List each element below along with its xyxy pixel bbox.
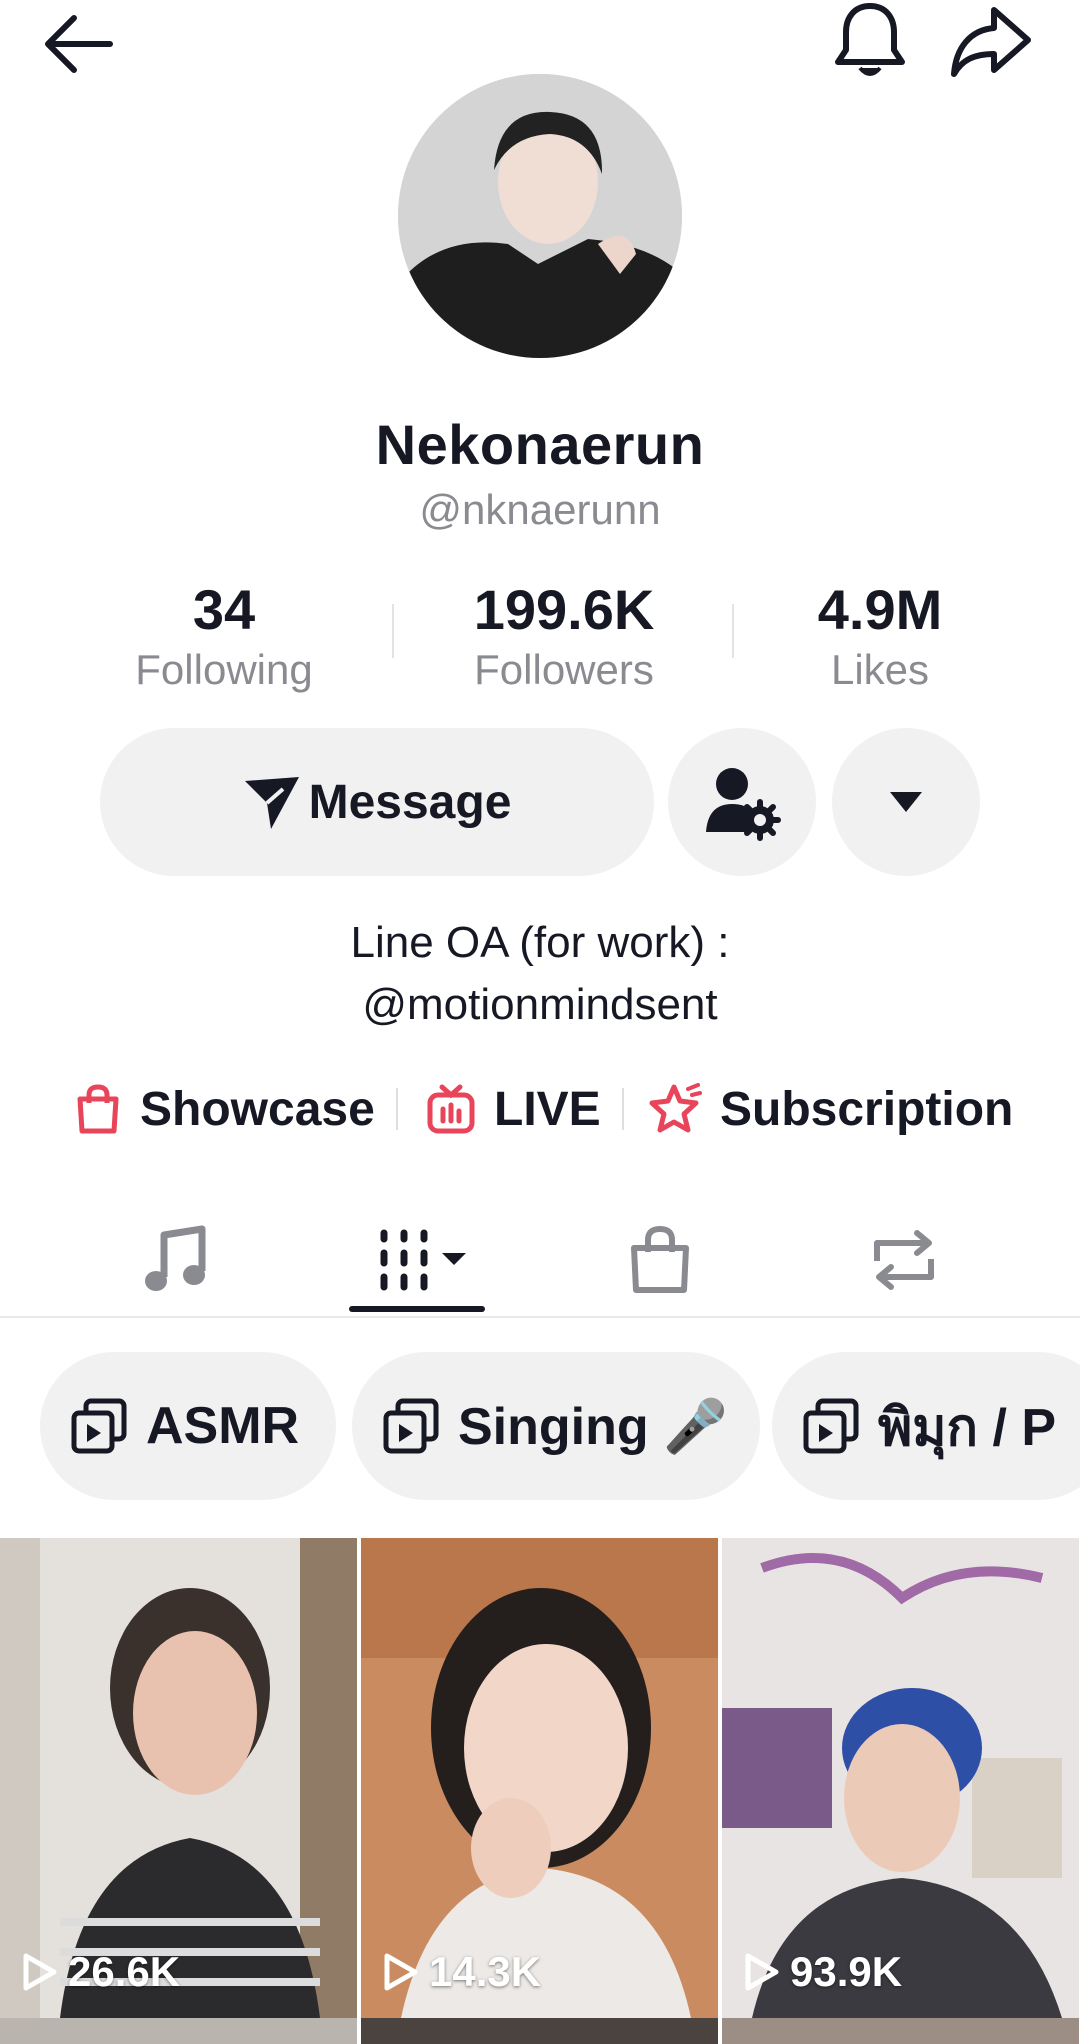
message-button[interactable]: Message: [100, 728, 654, 876]
selected-tab-indicator: [349, 1306, 485, 1312]
stat-value: 34: [192, 578, 256, 641]
tab-reposts[interactable]: [854, 1210, 954, 1310]
view-count: 14.3K: [383, 1948, 541, 1996]
collection-chip[interactable]: ASMR: [40, 1352, 336, 1500]
stat-followers[interactable]: 199.6K Followers: [414, 578, 714, 696]
display-name: Nekonaerun: [375, 413, 705, 476]
video-thumbnail-image: [722, 1538, 1079, 2018]
tab-shop[interactable]: [610, 1210, 710, 1310]
username-handle: @nknaerunn: [419, 486, 661, 533]
collection-label: พิมุก / P: [878, 1398, 1057, 1457]
playlist-icon: [802, 1397, 860, 1455]
back-arrow-icon[interactable]: [40, 4, 122, 86]
avatar[interactable]: [398, 74, 682, 358]
view-count-text: 14.3K: [429, 1948, 542, 1995]
tab-bar-divider: [0, 1316, 1080, 1318]
live-label: LIVE: [494, 1082, 601, 1136]
bio-line: @motionmindsent: [362, 980, 718, 1029]
view-count-text: 93.9K: [790, 1948, 903, 1995]
view-count: 93.9K: [744, 1948, 902, 1996]
video-thumbnail-image: [0, 1538, 357, 2018]
playlist-icon: [70, 1397, 128, 1455]
play-icon: [744, 1952, 780, 1992]
playlist-icon: [382, 1397, 440, 1455]
tab-music[interactable]: [120, 1210, 230, 1310]
video-thumbnail[interactable]: 14.3K: [361, 1538, 718, 2018]
send-icon: [243, 773, 301, 831]
video-thumbnail-partial[interactable]: [722, 2018, 1079, 2044]
bio-line: Line OA (for work) :: [350, 918, 730, 967]
more-dropdown-button[interactable]: [832, 728, 980, 876]
video-thumbnail[interactable]: 26.6K: [0, 1538, 357, 2018]
share-icon[interactable]: [948, 0, 1034, 82]
link-divider: [622, 1088, 624, 1130]
video-thumbnail-image: [361, 1538, 718, 2018]
message-label: Message: [308, 775, 512, 829]
user-gear-icon: [702, 762, 782, 842]
live-link[interactable]: LIVE: [426, 1078, 601, 1140]
play-icon: [383, 1952, 419, 1992]
stat-divider: [392, 604, 394, 658]
music-note-icon: [142, 1225, 208, 1295]
collection-label: Singing 🎤: [458, 1397, 728, 1456]
stat-label: Likes: [830, 646, 930, 693]
stat-value: 199.6K: [473, 578, 655, 641]
link-divider: [396, 1088, 398, 1130]
shopping-bag-icon: [74, 1083, 122, 1135]
user-settings-button[interactable]: [668, 728, 816, 876]
caret-down-icon: [888, 790, 924, 814]
notification-bell-icon[interactable]: [830, 0, 910, 82]
play-icon: [22, 1952, 58, 1992]
shopping-bag-icon: [628, 1224, 692, 1296]
subscription-star-icon: [648, 1083, 702, 1135]
video-thumbnail-partial[interactable]: [361, 2018, 718, 2044]
repost-icon: [867, 1227, 941, 1293]
video-thumbnail[interactable]: 93.9K: [722, 1538, 1079, 2018]
stat-label: Following: [135, 646, 313, 693]
video-thumbnail-partial[interactable]: [0, 2018, 357, 2044]
video-grid-icon: [376, 1225, 472, 1295]
showcase-link[interactable]: Showcase: [74, 1078, 375, 1140]
subscription-link[interactable]: Subscription: [648, 1078, 1013, 1140]
stat-label: Followers: [474, 646, 654, 693]
subscription-label: Subscription: [720, 1082, 1014, 1136]
bio: Line OA (for work) : @motionmindsent: [0, 912, 1080, 1036]
showcase-label: Showcase: [140, 1082, 375, 1136]
stat-value: 4.9M: [817, 578, 943, 641]
tab-videos[interactable]: [364, 1210, 484, 1310]
view-count: 26.6K: [22, 1948, 180, 1996]
collection-chip[interactable]: Singing 🎤: [352, 1352, 760, 1500]
stat-following[interactable]: 34 Following: [74, 578, 374, 696]
collection-chip[interactable]: พิมุก / P: [772, 1352, 1080, 1500]
stat-likes[interactable]: 4.9M Likes: [730, 578, 1030, 696]
live-tv-icon: [426, 1083, 476, 1135]
collection-label: ASMR: [146, 1397, 300, 1455]
view-count-text: 26.6K: [68, 1948, 181, 1995]
